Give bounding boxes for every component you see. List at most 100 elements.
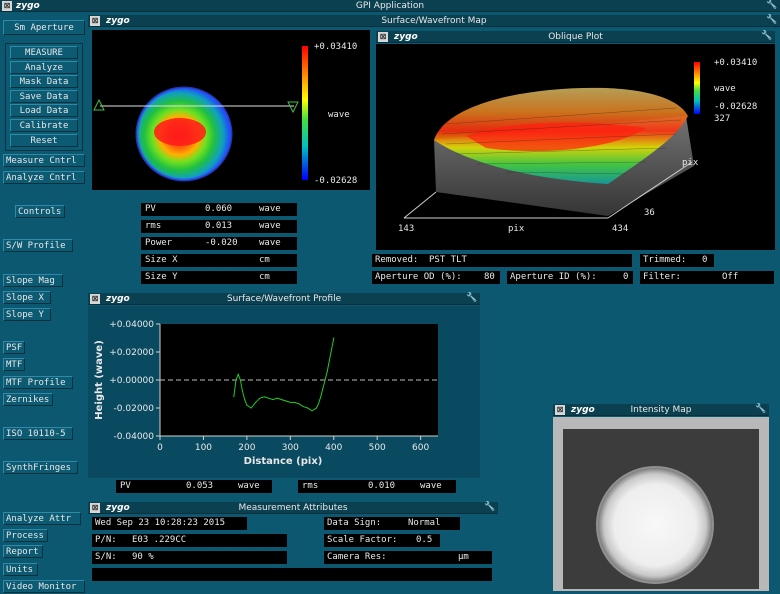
profile-y-tick-label: +0.02000 <box>109 348 154 358</box>
surface-map-titlebar: ⊠ zygo Surface/Wavefront Map 🔧 <box>88 15 780 27</box>
profile-data-point <box>242 390 244 392</box>
menu-slope-y[interactable]: Slope Y <box>3 308 51 321</box>
menu-analyze-cntrl[interactable]: Analyze Cntrl <box>3 171 85 184</box>
data-sign-value: Normal <box>408 518 441 528</box>
surface-map-plot[interactable]: +0.03410 wave -0.02628 <box>92 30 370 190</box>
profile-rms-value: 0.010 <box>368 481 396 491</box>
pn-field[interactable]: P/N: E03 .229CC <box>92 534 287 547</box>
profile-pv-value: 0.053 <box>186 481 214 491</box>
menu-analyze-attr[interactable]: Analyze Attr <box>3 512 81 525</box>
aperture-button[interactable]: Sm Aperture <box>3 20 85 35</box>
profile-data-point <box>255 401 257 403</box>
menu-psf[interactable]: PSF <box>3 341 25 354</box>
oblique-x-right: 434 <box>612 224 629 234</box>
menu-process[interactable]: Process <box>3 529 48 542</box>
sn-field[interactable]: S/N: 90 % <box>92 551 287 564</box>
profile-data-point <box>326 371 328 373</box>
result-unit: wave <box>259 221 281 231</box>
oblique-y-top: 327 <box>714 114 731 124</box>
intensity-wrench-icon[interactable]: 🔧 <box>755 404 767 415</box>
app-title: GPI Application <box>355 1 425 11</box>
aperture-id-field: Aperture ID (%): 0 <box>507 271 633 284</box>
oblique-z-axis <box>403 191 437 219</box>
menu-slope-x[interactable]: Slope X <box>3 291 51 304</box>
profile-data-point <box>318 403 320 405</box>
profile-data-point <box>320 396 322 398</box>
profile-window: +0.04000 +0.02000 +0.00000 -0.02000 -0.04000… <box>88 306 480 478</box>
surface-map-wrench-icon[interactable]: 🔧 <box>766 15 778 26</box>
oblique-plot-title: Oblique Plot <box>548 32 603 42</box>
profile-wrench-icon[interactable]: 🔧 <box>466 293 478 304</box>
profile-data-point <box>311 410 313 412</box>
profile-chart[interactable]: +0.04000 +0.02000 +0.00000 -0.02000 -0.04000… <box>88 306 480 478</box>
sn-value: 90 % <box>132 552 154 562</box>
result-unit: cm <box>259 255 270 265</box>
menu-mtf[interactable]: MTF <box>3 358 25 371</box>
profile-data-point <box>246 404 248 406</box>
menu-mtf-profile[interactable]: MTF Profile <box>3 376 73 389</box>
data-sign-label: Data Sign: <box>327 518 382 528</box>
profile-rms-unit: wave <box>420 481 442 491</box>
calibrate-button[interactable]: Calibrate <box>10 119 78 132</box>
load-data-button[interactable]: Load Data <box>10 104 78 118</box>
scale-factor-label: Scale Factor: <box>327 535 398 545</box>
profile-data-point <box>244 399 246 401</box>
profile-rms-field: rms 0.010 wave <box>298 480 456 493</box>
result-value: -0.020 <box>205 238 238 248</box>
save-data-button[interactable]: Save Data <box>10 89 78 103</box>
intensity-map-titlebar: ⊠ zygo Intensity Map 🔧 <box>553 404 769 416</box>
menu-units[interactable]: Units <box>3 563 38 576</box>
scale-factor-value: 0.5 <box>416 535 433 545</box>
menu-s-w-profile[interactable]: S/W Profile <box>3 239 73 252</box>
surface-map-scale-max: +0.03410 <box>314 42 358 52</box>
profile-data-point <box>276 397 278 399</box>
menu-iso-10110-5[interactable]: ISO 10110-5 <box>3 427 73 440</box>
profile-data-point <box>324 379 326 381</box>
result-label: Size X <box>145 255 178 265</box>
oblique-y-axis-label: pix <box>682 158 699 168</box>
menu-zernikes[interactable]: Zernikes <box>3 393 53 406</box>
profile-data-point <box>235 379 237 381</box>
mask-data-button[interactable]: Mask Data <box>10 75 78 89</box>
trimmed-label: Trimmed: <box>643 255 687 265</box>
oblique-plot[interactable]: +0.03410 wave -0.02628 327 pix 36 143 pi… <box>376 44 775 250</box>
menu-synthfringes[interactable]: SynthFringes <box>3 461 78 474</box>
menu-video-monitor[interactable]: Video Monitor <box>3 580 85 593</box>
measurement-attributes-titlebar: ⊠ zygo Measurement Attributes 🔧 <box>88 502 498 514</box>
menu-measure-cntrl[interactable]: Measure Cntrl <box>3 154 85 167</box>
intensity-image[interactable] <box>553 417 769 591</box>
profile-pv-label: PV <box>120 481 131 491</box>
menu-controls[interactable]: Controls <box>15 205 65 218</box>
date-field: Wed Sep 23 10:28:23 2015 <box>92 517 247 530</box>
pn-value: E03 .229CC <box>132 535 187 545</box>
profile-data-point <box>268 397 270 399</box>
profile-pv-field: PV 0.053 wave <box>116 480 272 493</box>
app-wrench-icon[interactable]: 🔧 <box>766 0 778 11</box>
scale-factor-field: Scale Factor: 0.5 <box>324 534 440 547</box>
profile-data-point <box>285 400 287 402</box>
notes-field[interactable] <box>92 568 492 581</box>
profile-y-tick-label: -0.02000 <box>114 404 155 414</box>
measure-button[interactable]: MEASURE <box>10 46 78 59</box>
attributes-wrench-icon[interactable]: 🔧 <box>484 502 496 513</box>
profile-data-point <box>294 401 296 403</box>
triangle-marker-icon[interactable] <box>93 98 105 111</box>
triangle-marker-icon[interactable] <box>287 101 299 114</box>
menu-slope-mag[interactable]: Slope Mag <box>3 274 63 287</box>
result-size-y-field: Size Y cm <box>141 271 297 284</box>
analyze-button[interactable]: Analyze <box>10 60 78 74</box>
pn-label: P/N: <box>95 535 117 545</box>
aperture-od-value: 80 <box>484 272 495 282</box>
filter-label: Filter: <box>643 272 681 282</box>
profile-x-tick-label: 300 <box>282 443 299 453</box>
data-sign-field: Data Sign: Normal <box>324 517 460 530</box>
aperture-od-label: Aperture OD (%): <box>375 272 462 282</box>
oblique-plot-wrench-icon[interactable]: 🔧 <box>761 31 773 42</box>
profile-data-point <box>322 387 324 389</box>
result-unit: wave <box>259 238 281 248</box>
reset-button[interactable]: Reset <box>10 133 78 147</box>
profile-data-point <box>239 379 241 381</box>
surface-map-hot-spot <box>154 118 206 146</box>
menu-report[interactable]: Report <box>3 545 43 558</box>
filter-field: Filter: Off <box>640 271 774 284</box>
